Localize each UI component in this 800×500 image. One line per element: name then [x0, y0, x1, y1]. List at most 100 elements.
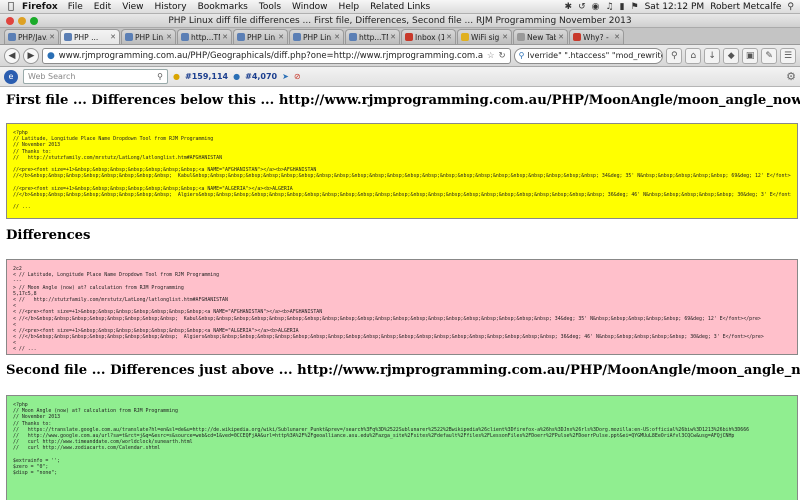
tab-label: PHP/Jav...	[18, 32, 47, 42]
apple-icon[interactable]: 	[0, 1, 22, 12]
battery-icon[interactable]: ▮	[620, 2, 625, 12]
pagerank-icon[interactable]: ●	[233, 72, 240, 81]
browser-tab[interactable]: New Tab ✕	[513, 29, 568, 44]
tab-close-icon[interactable]: ✕	[222, 33, 228, 41]
time-machine-icon[interactable]: ↺	[578, 2, 586, 12]
alexa-rank[interactable]: #159,114	[185, 72, 228, 81]
first-file-heading: First file ... Differences below this ..…	[6, 93, 800, 108]
menu-help[interactable]: Help	[339, 2, 360, 12]
tab-strip: PHP/Jav...✕PHP ...✕PHP Lin...✕http...TME…	[0, 28, 800, 45]
tab-favicon-icon	[237, 33, 245, 41]
menu-icon[interactable]: ☰	[780, 47, 797, 64]
menu-window[interactable]: Window	[292, 2, 328, 12]
wifi-icon[interactable]: ◉	[592, 2, 600, 12]
menu-file[interactable]: File	[68, 2, 83, 12]
browser-tab[interactable]: http...TME✕	[345, 29, 400, 44]
browser-tab[interactable]: PHP/Jav...✕	[4, 29, 59, 44]
url-bar[interactable]: ● www.rjmprogramming.com.au/PHP/Geograph…	[41, 47, 511, 64]
menubar-clock[interactable]: Sat 12:12 PM	[645, 2, 705, 12]
second-file-heading: Second file ... Differences just above .…	[6, 363, 800, 378]
code-line: < //</b>&nbsp;&nbsp;&nbsp;&nbsp;&nbsp;&n…	[13, 334, 764, 341]
tab-label: New Tab	[527, 32, 557, 42]
code-line: // ...	[13, 204, 31, 211]
tab-close-icon[interactable]: ✕	[446, 33, 452, 41]
tab-label: PHP ...	[74, 32, 99, 42]
differences-heading: Differences	[6, 228, 91, 243]
tab-favicon-icon	[573, 33, 581, 41]
tab-close-icon[interactable]: ✕	[390, 33, 396, 41]
browser-tab[interactable]: Why? - ✕	[569, 29, 624, 44]
tab-favicon-icon	[405, 33, 413, 41]
page-icon[interactable]: ▣	[742, 47, 759, 64]
menu-tools[interactable]: Tools	[259, 2, 281, 12]
code-line: < //</b>&nbsp;&nbsp;&nbsp;&nbsp;&nbsp;&n…	[13, 315, 761, 322]
flag-icon[interactable]: ⚑	[631, 2, 639, 12]
share-icon[interactable]: ➤	[282, 72, 289, 81]
tab-label: PHP Lin...	[303, 32, 332, 42]
back-button[interactable]: ◀	[4, 47, 20, 64]
bookmark-star-icon[interactable]: ☆	[487, 51, 495, 61]
menu-bookmarks[interactable]: Bookmarks	[198, 2, 248, 12]
spotlight-search-icon[interactable]: ⚲	[787, 2, 794, 12]
tab-favicon-icon	[517, 33, 525, 41]
tab-close-icon[interactable]: ✕	[558, 33, 564, 41]
tab-close-icon[interactable]: ✕	[614, 33, 620, 41]
mac-menubar:  Firefox File Edit View History Bookmar…	[0, 0, 800, 14]
tab-label: Inbox (1...	[415, 32, 444, 42]
browser-tab[interactable]: WiFi sig...✕	[457, 29, 512, 44]
tab-favicon-icon	[461, 33, 469, 41]
forward-button[interactable]: ▶	[22, 47, 39, 64]
browser-tab[interactable]: PHP Lin...✕	[121, 29, 176, 44]
tab-favicon-icon	[293, 33, 301, 41]
extension-toolbar: e Web Search ⚲ ● #159,114 ● #4,070 ➤ ⊘ ⚙	[0, 67, 800, 87]
menubar-user[interactable]: Robert Metcalfe	[710, 2, 781, 12]
zoom-window-button[interactable]	[30, 17, 38, 25]
menu-related-links[interactable]: Related Links	[370, 2, 430, 12]
web-search-placeholder: Web Search	[28, 72, 76, 81]
navigation-toolbar: ◀ ▶ ● www.rjmprogramming.com.au/PHP/Geog…	[0, 45, 800, 67]
downloads-icon[interactable]: ↓	[704, 47, 721, 64]
reload-icon[interactable]: ↻	[499, 51, 506, 61]
alexa-icon[interactable]: ●	[173, 72, 180, 81]
tab-close-icon[interactable]: ✕	[278, 33, 284, 41]
tab-label: http...TME	[359, 32, 388, 42]
first-file-listing: <?php// Latitude, Longitude Place Name D…	[6, 123, 798, 219]
tab-favicon-icon	[181, 33, 189, 41]
tab-close-icon[interactable]: ✕	[49, 33, 55, 41]
search-bar-text[interactable]: lverride" ".htaccess" "mod_rewrite"	[528, 51, 663, 60]
volume-icon[interactable]: ♫	[605, 2, 613, 12]
browser-tab[interactable]: PHP Lin...✕	[233, 29, 288, 44]
tab-close-icon[interactable]: ✕	[110, 33, 116, 41]
menu-view[interactable]: View	[122, 2, 143, 12]
menu-edit[interactable]: Edit	[94, 2, 111, 12]
browser-tab[interactable]: http...TME✕	[177, 29, 232, 44]
search-go-icon[interactable]: ⚲	[666, 47, 683, 64]
addon-icon[interactable]: ◆	[723, 47, 740, 64]
tab-close-icon[interactable]: ✕	[166, 33, 172, 41]
code-line: //</b>&nbsp;&nbsp;&nbsp;&nbsp;&nbsp;&nbs…	[13, 191, 791, 198]
browser-tab[interactable]: PHP ... ✕	[60, 29, 120, 44]
browser-tab[interactable]: PHP Lin...✕	[289, 29, 344, 44]
site-rank[interactable]: #4,070	[245, 72, 277, 81]
yahoo-icon[interactable]: e	[4, 69, 18, 84]
no-script-icon[interactable]: ⊘	[294, 72, 301, 81]
search-bar[interactable]: ⚲ lverride" ".htaccess" "mod_rewrite"	[513, 47, 664, 64]
tab-close-icon[interactable]: ✕	[502, 33, 508, 41]
tab-label: PHP Lin...	[247, 32, 276, 42]
url-text[interactable]: www.rjmprogramming.com.au/PHP/Geographic…	[59, 51, 483, 61]
web-search-input[interactable]: Web Search ⚲	[23, 69, 168, 84]
menu-app-name[interactable]: Firefox	[22, 2, 58, 12]
close-window-button[interactable]	[6, 17, 14, 25]
bluetooth-icon[interactable]: ✱	[565, 2, 573, 12]
site-identity-icon[interactable]: ●	[47, 51, 55, 61]
pencil-icon[interactable]: ✎	[761, 47, 778, 64]
magnifier-icon[interactable]: ⚲	[157, 72, 163, 81]
tab-close-icon[interactable]: ✕	[334, 33, 340, 41]
gear-icon[interactable]: ⚙	[786, 70, 796, 83]
tab-favicon-icon	[125, 33, 133, 41]
menu-history[interactable]: History	[155, 2, 187, 12]
search-engine-icon[interactable]: ⚲	[519, 51, 525, 60]
minimize-window-button[interactable]	[18, 17, 26, 25]
home-icon[interactable]: ⌂	[685, 47, 702, 64]
browser-tab[interactable]: Inbox (1...✕	[401, 29, 456, 44]
